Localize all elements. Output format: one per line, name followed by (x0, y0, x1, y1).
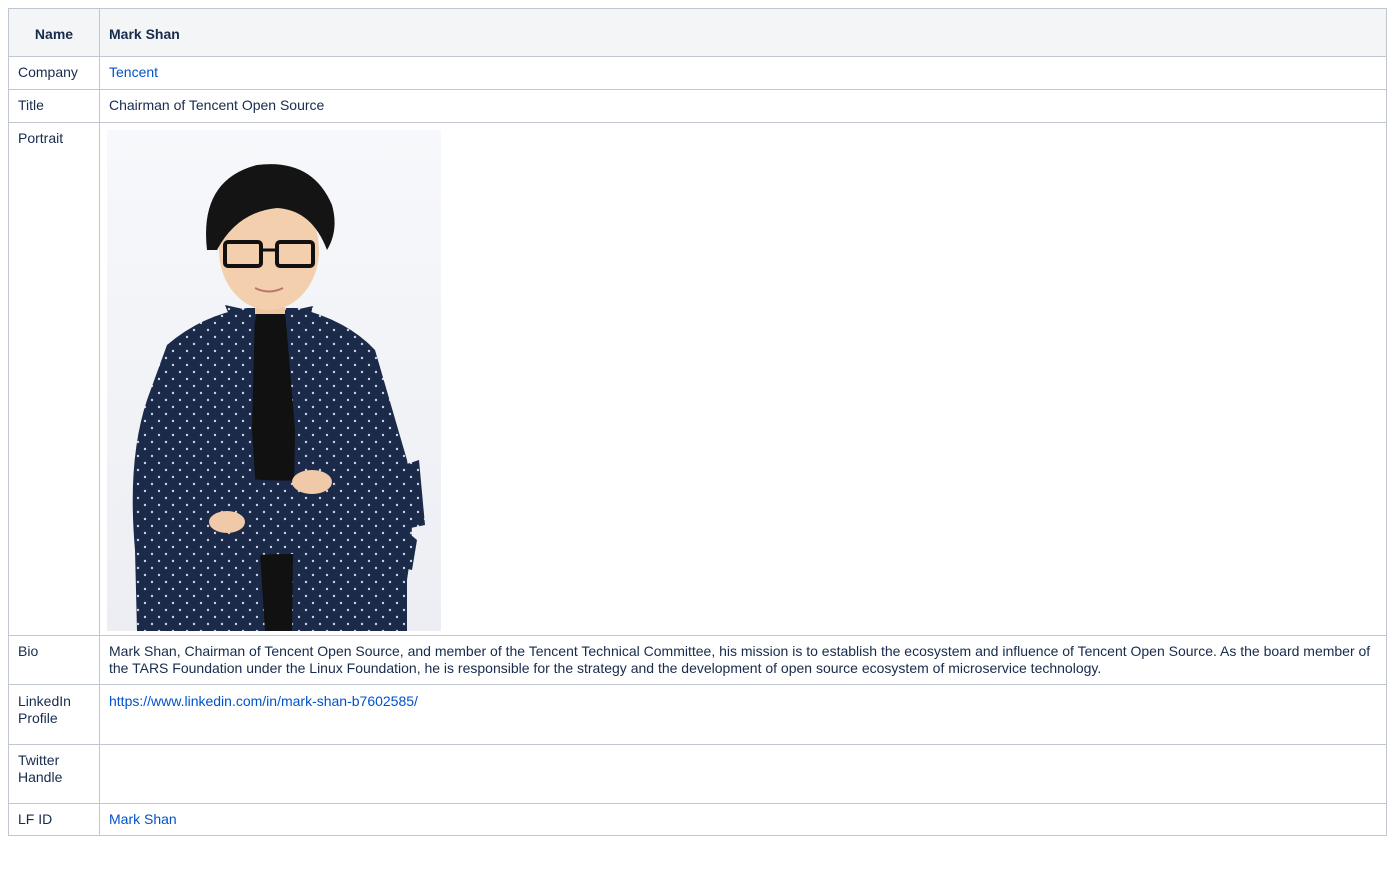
lfid-link[interactable]: Mark Shan (109, 811, 177, 827)
row-twitter: Twitter Handle (8, 744, 1387, 804)
portrait-label: Portrait (8, 122, 100, 636)
linkedin-label: LinkedIn Profile (8, 684, 100, 745)
portrait-image (107, 130, 441, 631)
row-title: Title Chairman of Tencent Open Source (8, 89, 1387, 123)
title-label: Title (8, 89, 100, 123)
row-portrait: Portrait (8, 122, 1387, 636)
linkedin-link[interactable]: https://www.linkedin.com/in/mark-shan-b7… (109, 693, 418, 709)
header-label: Name (8, 8, 100, 57)
twitter-value (99, 744, 1387, 804)
row-company: Company Tencent (8, 56, 1387, 90)
company-label: Company (8, 56, 100, 90)
lfid-label: LF ID (8, 803, 100, 836)
company-link[interactable]: Tencent (109, 64, 158, 80)
company-value-cell: Tencent (99, 56, 1387, 90)
twitter-label: Twitter Handle (8, 744, 100, 804)
linkedin-value-cell: https://www.linkedin.com/in/mark-shan-b7… (99, 684, 1387, 745)
profile-table: Name Mark Shan Company Tencent Title Cha… (8, 8, 1387, 836)
lfid-value-cell: Mark Shan (99, 803, 1387, 836)
row-lfid: LF ID Mark Shan (8, 803, 1387, 836)
row-bio: Bio Mark Shan, Chairman of Tencent Open … (8, 635, 1387, 685)
row-linkedin: LinkedIn Profile https://www.linkedin.co… (8, 684, 1387, 745)
portrait-cell (99, 122, 1387, 636)
title-value: Chairman of Tencent Open Source (99, 89, 1387, 123)
bio-value: Mark Shan, Chairman of Tencent Open Sour… (99, 635, 1387, 685)
header-row: Name Mark Shan (8, 8, 1387, 57)
bio-label: Bio (8, 635, 100, 685)
header-name-value: Mark Shan (99, 8, 1387, 57)
